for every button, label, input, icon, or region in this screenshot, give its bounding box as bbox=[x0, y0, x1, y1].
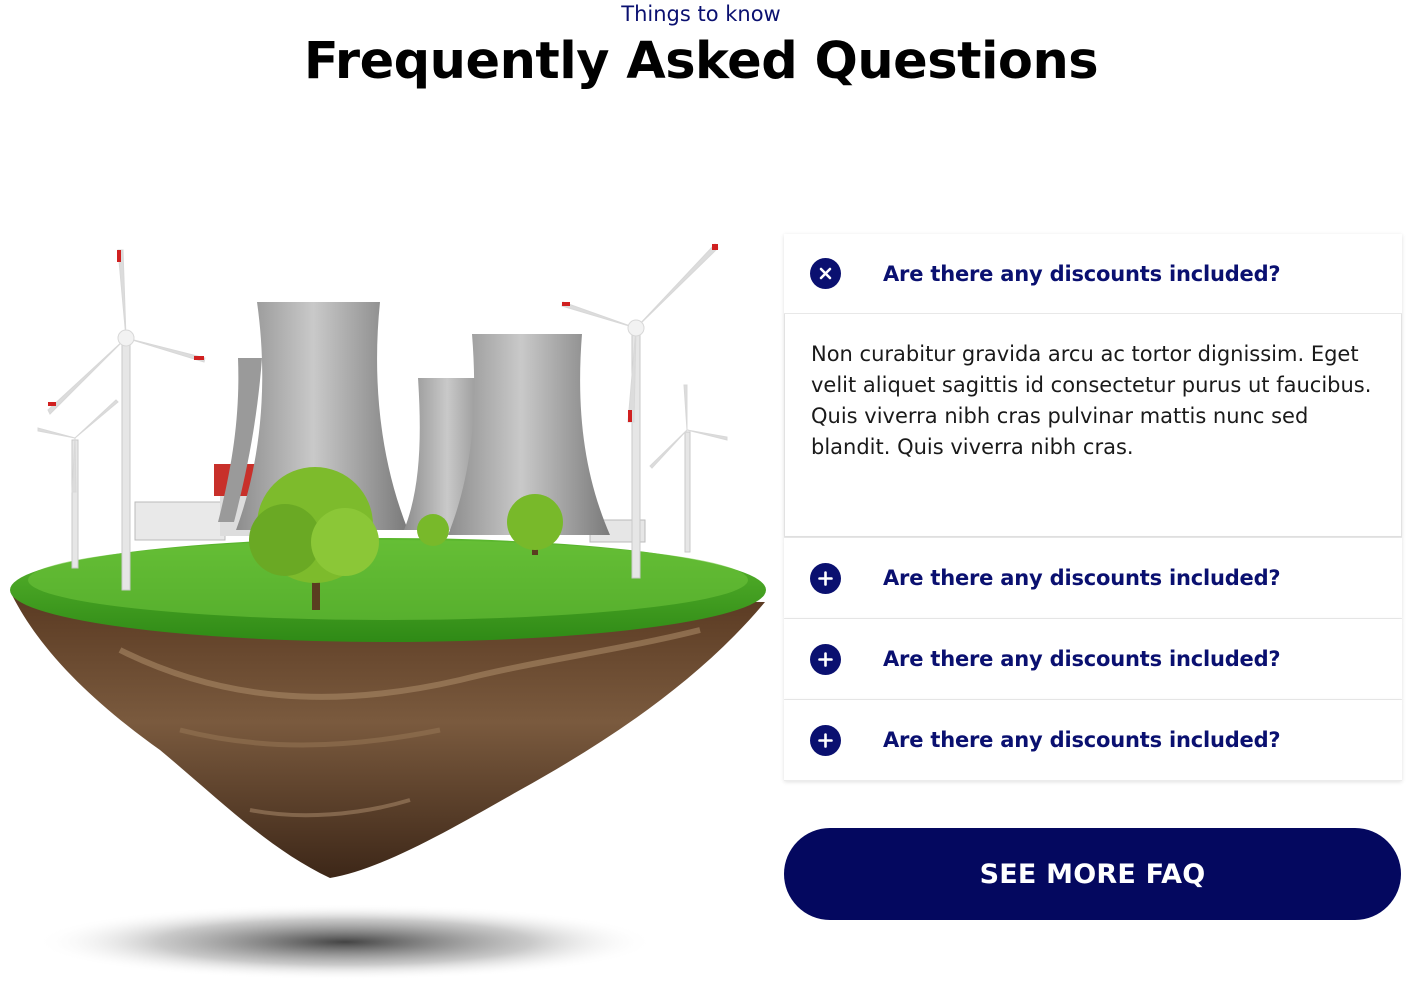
see-more-faq-button[interactable]: SEE MORE FAQ bbox=[784, 828, 1401, 920]
faq-answer: Non curabitur gravida arcu ac tortor dig… bbox=[784, 314, 1402, 537]
plus-icon[interactable] bbox=[810, 643, 841, 675]
faq-item: Are there any discounts included? bbox=[784, 619, 1402, 700]
faq-question-toggle[interactable]: Are there any discounts included? bbox=[784, 619, 1402, 699]
section-eyebrow: Things to know bbox=[621, 2, 781, 26]
close-icon[interactable] bbox=[810, 258, 841, 289]
faq-question: Are there any discounts included? bbox=[883, 647, 1281, 671]
faq-question: Are there any discounts included? bbox=[883, 261, 1281, 286]
faq-item: Are there any discounts included? bbox=[784, 700, 1402, 781]
faq-accordion: Are there any discounts included? Non cu… bbox=[784, 234, 1402, 781]
faq-question: Are there any discounts included? bbox=[883, 566, 1281, 590]
faq-item: Are there any discounts included? bbox=[784, 538, 1402, 619]
faq-question-toggle[interactable]: Are there any discounts included? bbox=[784, 538, 1402, 618]
faq-question-toggle[interactable]: Are there any discounts included? bbox=[784, 700, 1402, 780]
hero-illustration bbox=[0, 230, 780, 1000]
faq-question: Are there any discounts included? bbox=[883, 728, 1281, 752]
plus-icon[interactable] bbox=[810, 724, 841, 756]
plus-icon[interactable] bbox=[810, 562, 841, 594]
faq-question-toggle[interactable]: Are there any discounts included? bbox=[784, 234, 1402, 314]
faq-item: Are there any discounts included? Non cu… bbox=[784, 234, 1402, 538]
page-title: Frequently Asked Questions bbox=[303, 32, 1099, 91]
